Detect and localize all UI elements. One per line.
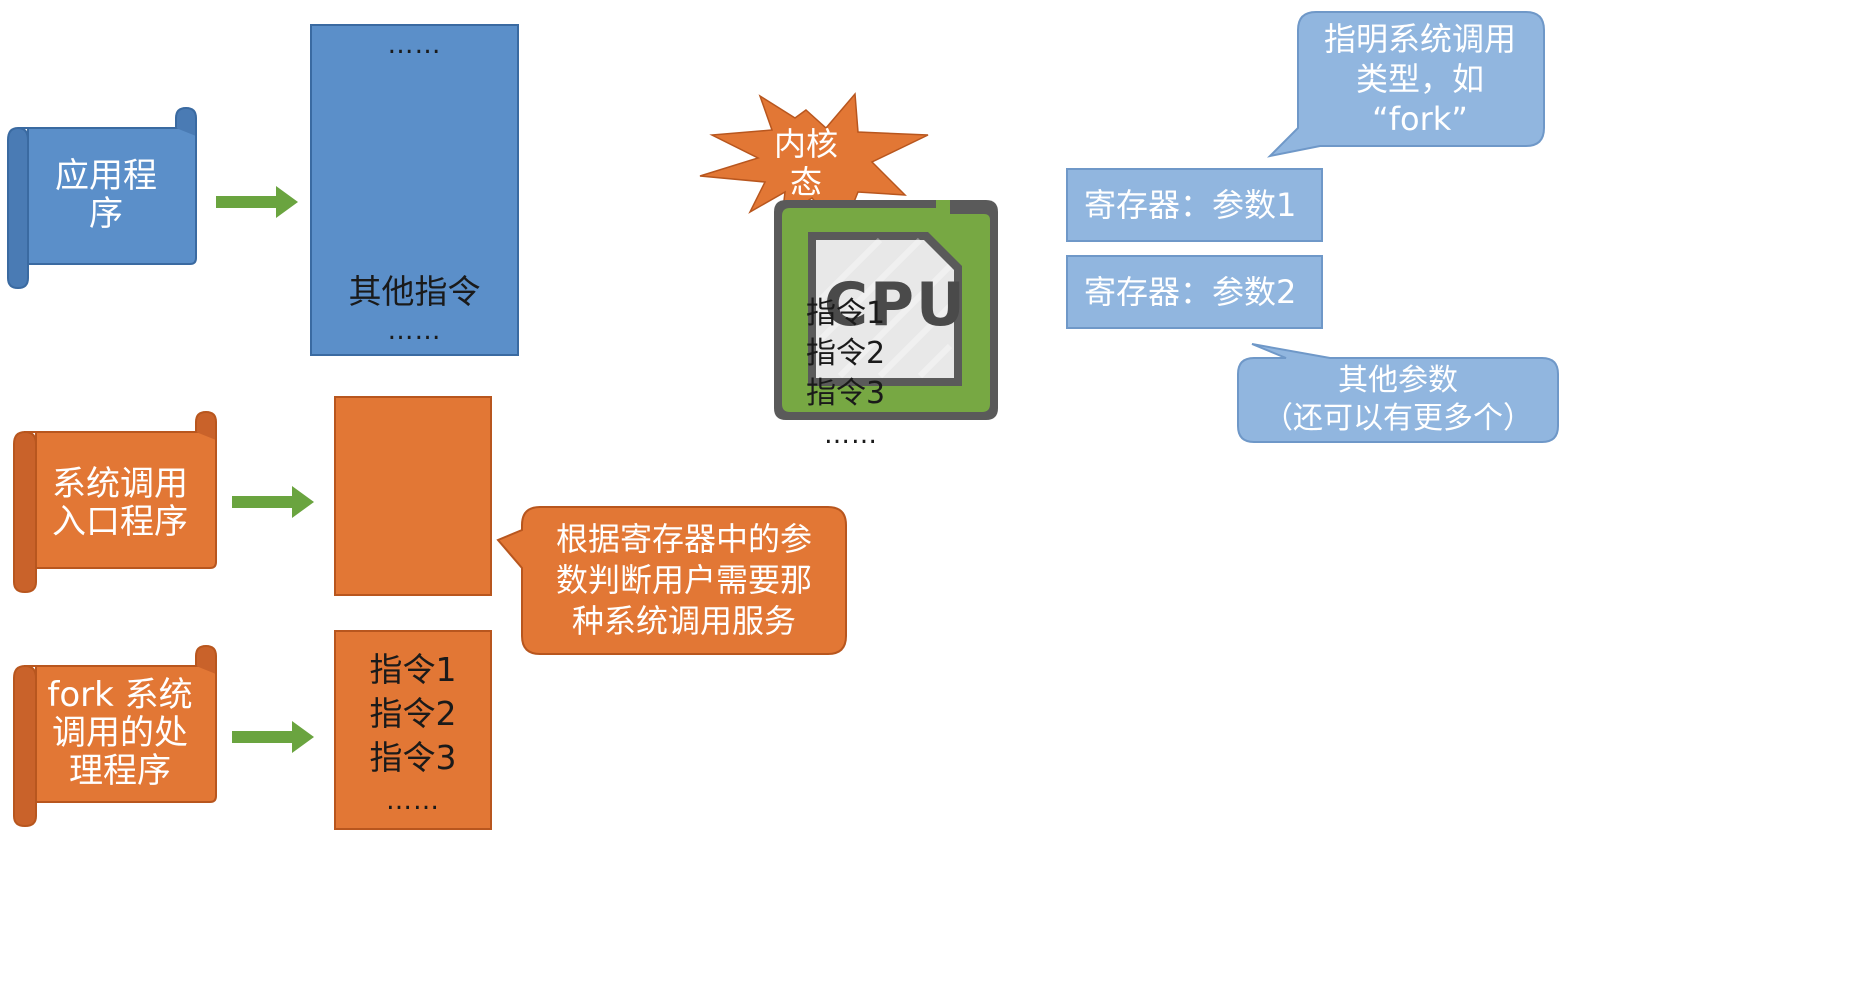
app-instruction-box: …… 其他指令 …… <box>310 24 519 356</box>
app-bottom-dots: …… <box>387 316 442 346</box>
fork-instruction-2: 指令2 <box>369 694 457 733</box>
arrow-app <box>216 186 298 218</box>
syscall-entry-label: 系统调用 入口程序 <box>52 464 188 542</box>
register-param-2: 寄存器：参数2 <box>1066 255 1323 329</box>
entry-callout-text: 根据寄存器中的参 数判断用户需要那 种系统调用服务 <box>555 519 812 640</box>
app-other-instructions: 其他指令 <box>348 272 481 311</box>
app-top-dots: …… <box>387 30 442 60</box>
syscall-type-callout-text: 指明系统调用 类型，如 “fork” <box>1323 20 1516 138</box>
diagram-stage: 应用程 序 系统调用 入口程序 fork 系统 调用的处 理程序 …… 其他指令… <box>0 0 1563 840</box>
fork-dots: …… <box>386 786 440 816</box>
cpu-instruction-list: 指令1 指令2 指令3 <box>806 294 885 414</box>
arrow-entry <box>232 486 314 518</box>
syscall-entry-box <box>334 396 492 596</box>
kernel-state-label: 内核 态 <box>773 125 838 201</box>
fork-handler-label: fork 系统 调用的处 理程序 <box>47 675 193 791</box>
cpu-instruction-3: 指令3 <box>806 376 886 411</box>
other-params-callout-text: 其他参数 （还可以有更多个） <box>1263 363 1533 436</box>
fork-instruction-1: 指令1 <box>369 650 457 689</box>
register-param-1: 寄存器：参数1 <box>1066 168 1323 242</box>
app-program-label: 应用程 序 <box>55 156 157 234</box>
fork-handler-box: 指令1 指令2 指令3 …… <box>334 630 492 830</box>
cpu-instruction-1: 指令1 <box>806 296 886 331</box>
cpu-instruction-2: 指令2 <box>806 336 886 371</box>
arrow-fork <box>232 721 314 753</box>
cpu-dots: …… <box>824 420 878 450</box>
fork-instruction-3: 指令3 <box>369 738 457 777</box>
